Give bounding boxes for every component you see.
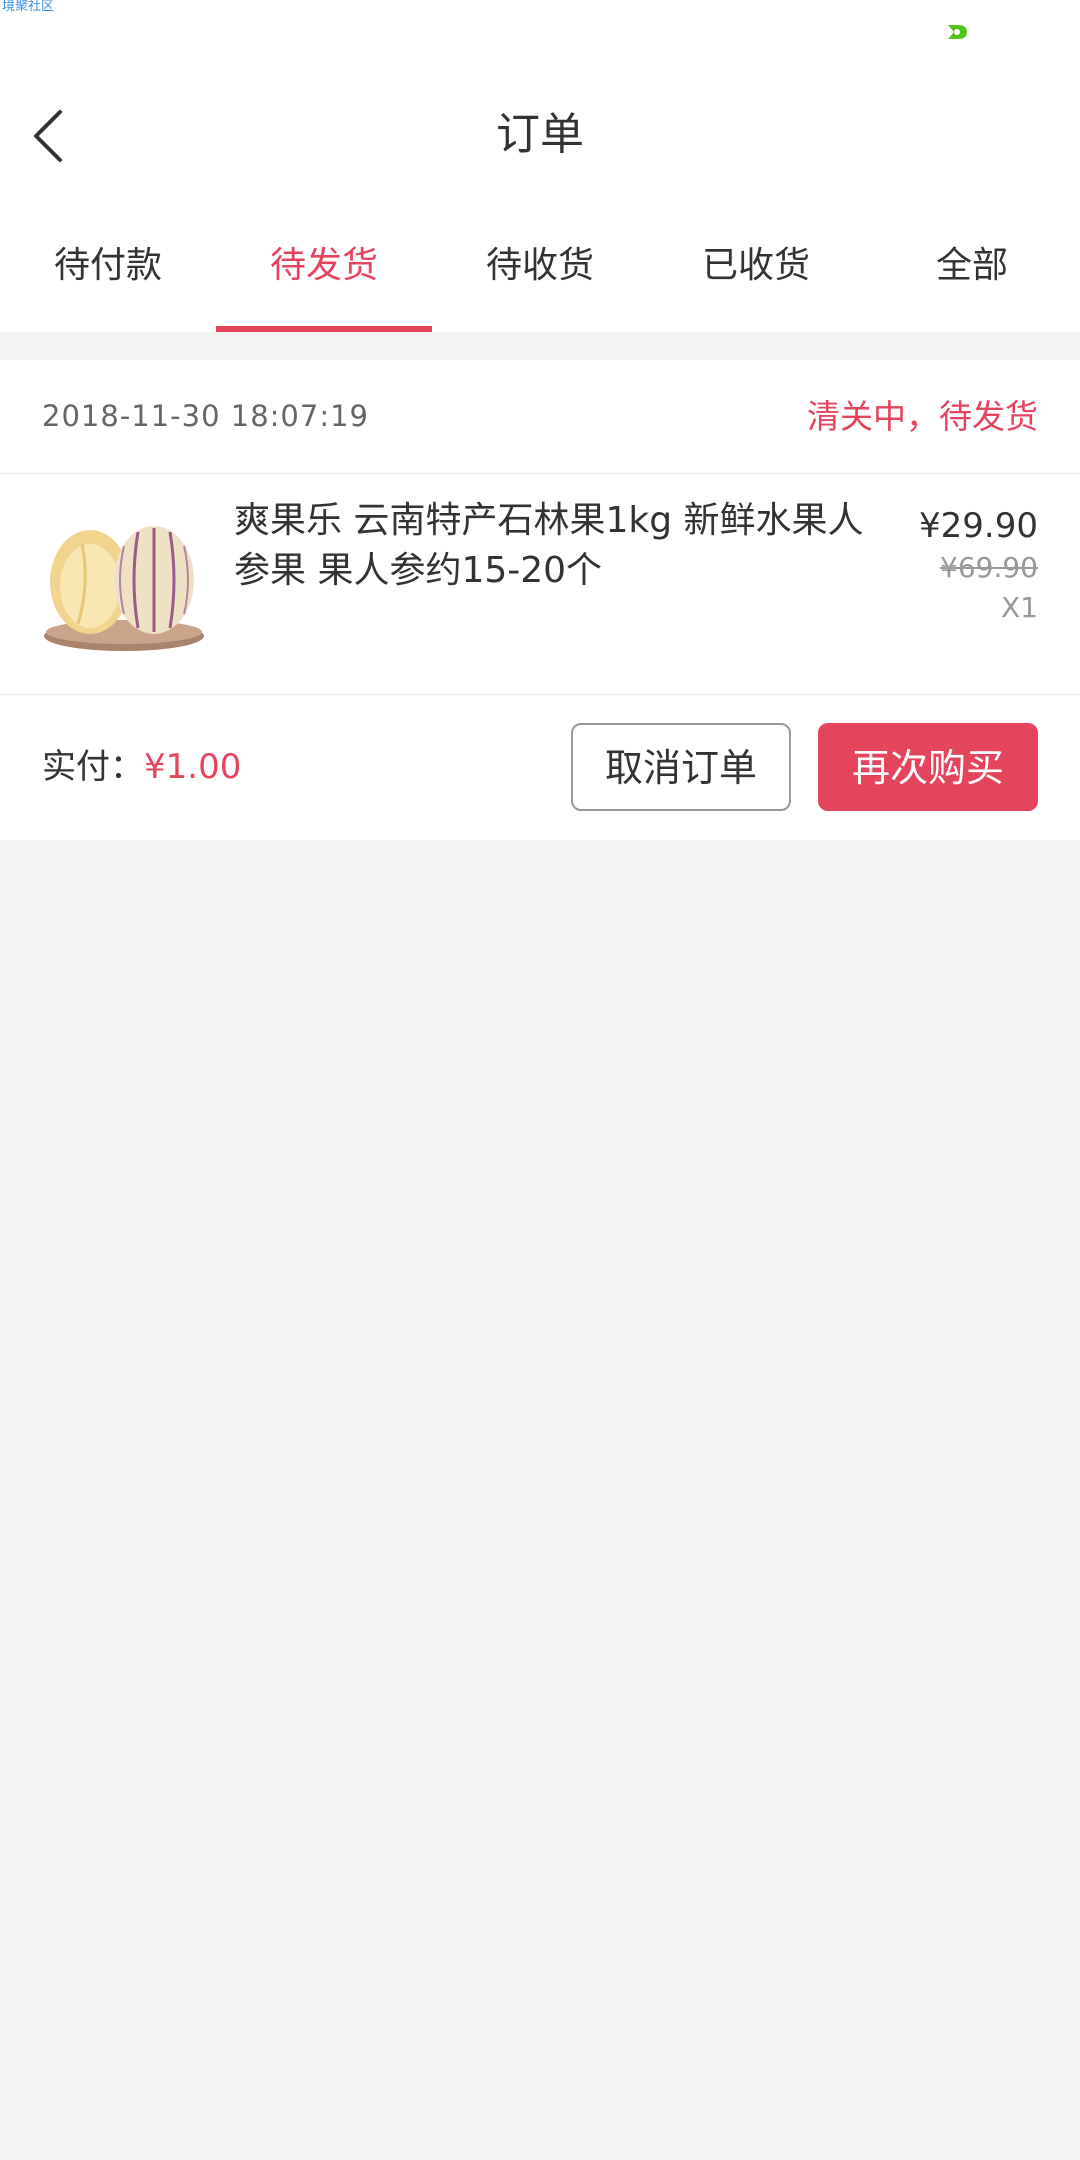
app-indicator-icon <box>948 25 967 39</box>
navbar: 订单 <box>0 70 1080 200</box>
paid-label: 实付： <box>42 747 144 787</box>
order-tabs: 待付款 待发货 待收货 已收货 全部 <box>0 200 1080 332</box>
tab-pending-shipment[interactable]: 待发货 <box>216 200 432 332</box>
back-button[interactable] <box>22 106 82 166</box>
order-status: 清关中，待发货 <box>807 397 1038 436</box>
page-title: 订单 <box>496 109 584 160</box>
cancel-order-button[interactable]: 取消订单 <box>571 723 791 811</box>
tab-all[interactable]: 全部 <box>864 200 1080 332</box>
watermark-text: 境聚社区 <box>2 0 55 14</box>
chevron-left-icon <box>34 110 62 162</box>
order-time: 2018-11-30 18:07:19 <box>42 399 369 433</box>
paid-summary: 实付：¥1.00 <box>42 695 241 840</box>
tab-label: 待收货 <box>485 245 594 286</box>
product-title: 爽果乐 云南特产石林果1kg 新鲜水果人参果 果人参约15-20个 <box>234 500 864 591</box>
order-card: 2018-11-30 18:07:19 清关中，待发货 爽果乐 云南特产石林果1… <box>0 360 1080 840</box>
status-bar: 境聚社区 <box>0 0 1080 70</box>
price-column: ¥29.90 ¥69.90 X1 <box>919 504 1038 628</box>
order-header: 2018-11-30 18:07:19 清关中，待发货 <box>0 360 1080 474</box>
tab-label: 已收货 <box>701 245 810 286</box>
current-price: ¥29.90 <box>919 506 1038 546</box>
tab-received[interactable]: 已收货 <box>648 200 864 332</box>
tab-label: 待付款 <box>53 245 162 286</box>
tab-label: 待发货 <box>269 245 378 286</box>
order-item[interactable]: 爽果乐 云南特产石林果1kg 新鲜水果人参果 果人参约15-20个 ¥29.90… <box>0 474 1080 695</box>
active-tab-indicator <box>216 326 432 332</box>
original-price: ¥69.90 <box>940 551 1038 584</box>
tab-pending-payment[interactable]: 待付款 <box>0 200 216 332</box>
tab-label: 全部 <box>935 245 1008 286</box>
product-image <box>44 526 204 651</box>
tab-pending-receipt[interactable]: 待收货 <box>432 200 648 332</box>
item-quantity: X1 <box>1001 591 1038 624</box>
paid-amount: ¥1.00 <box>144 747 242 787</box>
buy-again-button[interactable]: 再次购买 <box>818 723 1038 811</box>
